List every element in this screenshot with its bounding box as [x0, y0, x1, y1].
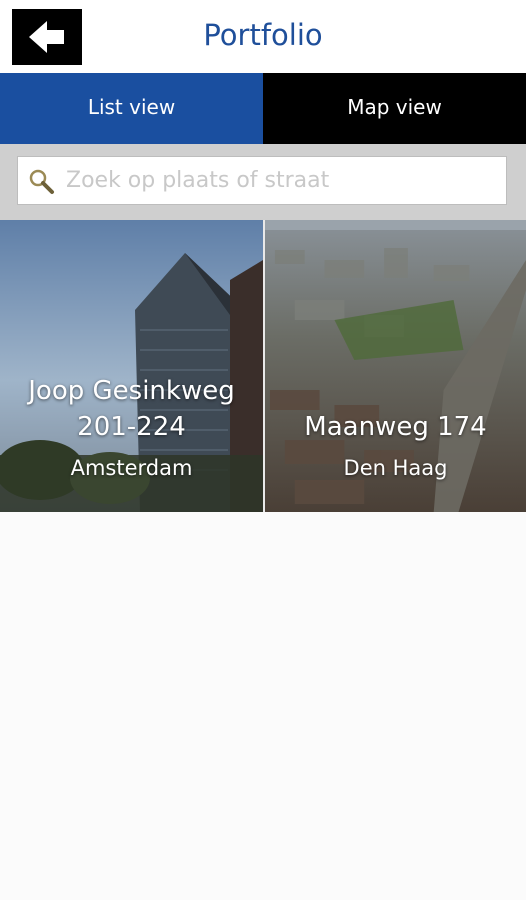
search-input[interactable] [66, 157, 498, 204]
arrow-left-icon [29, 21, 64, 53]
property-card-joop-gesinkweg[interactable]: Joop Gesinkweg 201-224 Amsterdam [0, 220, 263, 512]
property-city: Amsterdam [70, 456, 193, 480]
search-box[interactable] [17, 156, 507, 205]
property-info: Joop Gesinkweg 201-224 Amsterdam [0, 373, 263, 483]
property-name: Maanweg 174 [304, 412, 487, 442]
property-card-maanweg[interactable]: Maanweg 174 Den Haag [263, 220, 526, 512]
list-empty-area [0, 512, 526, 900]
property-city: Den Haag [343, 456, 448, 480]
search-bar [0, 144, 526, 220]
property-number: 201-224 [77, 412, 186, 442]
view-tabs: List view Map view [0, 73, 526, 144]
back-button[interactable] [12, 9, 82, 65]
tab-list-view[interactable]: List view [0, 73, 263, 144]
property-name: Joop Gesinkweg [28, 376, 235, 406]
property-info: Maanweg 174 Den Haag [265, 409, 526, 483]
app-header: Portfolio [0, 0, 526, 73]
property-grid: Joop Gesinkweg 201-224 Amsterdam Maanweg… [0, 220, 526, 512]
tab-map-view[interactable]: Map view [263, 73, 526, 144]
search-icon [29, 169, 54, 194]
